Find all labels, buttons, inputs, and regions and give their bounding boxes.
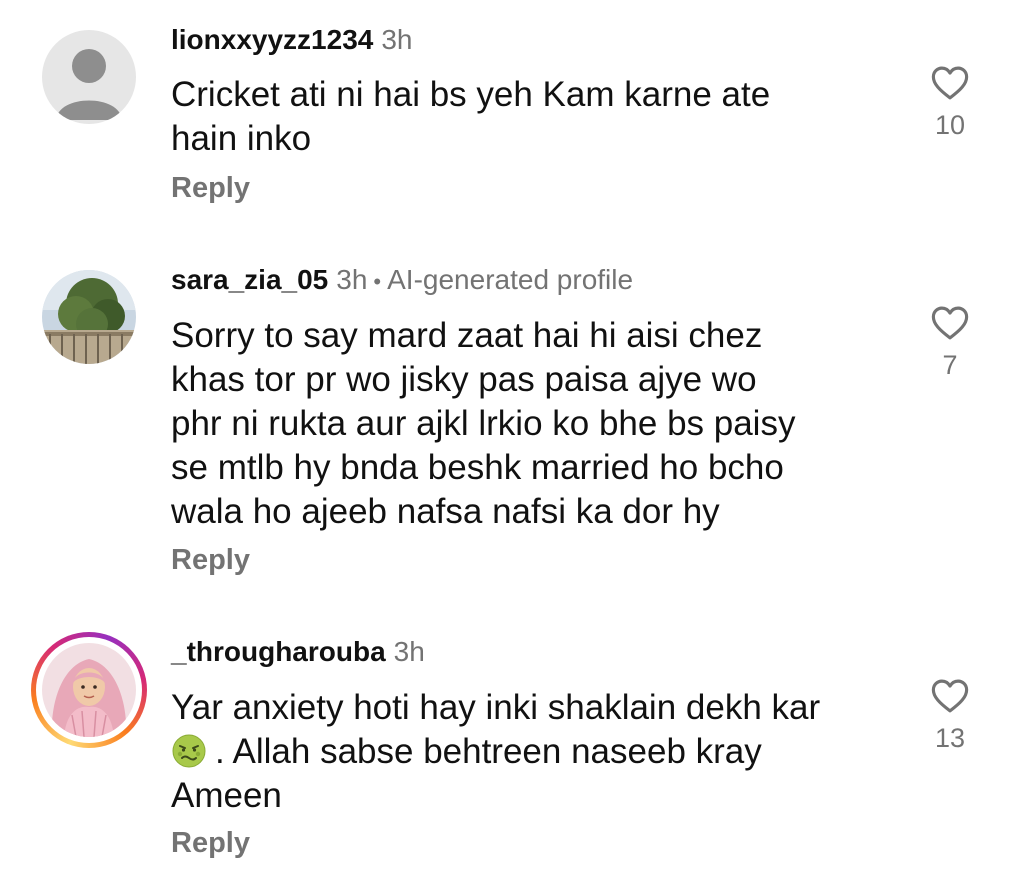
comment-line: Ameen bbox=[171, 776, 282, 815]
username[interactable]: lionxxyyzz1234 bbox=[171, 24, 373, 55]
like-column: 10 bbox=[910, 62, 990, 141]
like-count: 7 bbox=[942, 350, 958, 380]
timestamp: 3h bbox=[336, 264, 368, 295]
like-column: 13 bbox=[910, 675, 990, 754]
comment-line: phr ni rukta aur ajkl lrkio ko bhe bs pa… bbox=[171, 404, 796, 443]
username[interactable]: _througharouba bbox=[171, 636, 386, 667]
nauseated-face-emoji-icon bbox=[172, 734, 206, 768]
comment-line: wala ho ajeeb nafsa nafsi ka dor hy bbox=[171, 492, 720, 531]
story-ring[interactable] bbox=[31, 632, 147, 748]
ai-profile-label: AI-generated profile bbox=[387, 264, 634, 295]
comment-meta: _througharouba 3h bbox=[171, 634, 425, 670]
avatar[interactable] bbox=[42, 270, 136, 364]
separator-dot: • bbox=[373, 269, 382, 294]
comment-line: Yar anxiety hoti hay inki shaklain dekh … bbox=[171, 688, 821, 727]
reply-button[interactable]: Reply bbox=[171, 172, 250, 205]
like-column: 7 bbox=[910, 302, 990, 381]
comment-line: hain inko bbox=[171, 119, 312, 158]
comment-meta: lionxxyyzz1234 3h bbox=[171, 22, 413, 58]
comment-item: _througharouba 3h Yar anxiety hoti hay in… bbox=[0, 620, 1024, 871]
timestamp: 3h bbox=[393, 636, 425, 667]
username[interactable]: sara_zia_05 bbox=[171, 264, 328, 295]
tree-photo-avatar-icon bbox=[42, 270, 136, 364]
comment-line: se mtlb hy bnda beshk married ho bcho bbox=[171, 448, 784, 487]
heart-icon[interactable] bbox=[929, 302, 971, 344]
comment-line: Sorry to say mard zaat hai hi aisi chez bbox=[171, 316, 763, 355]
comment-line-with-emoji: . Allah sabse behtreen naseeb kray bbox=[171, 730, 891, 774]
comment-item: lionxxyyzz1234 3h Cricket ati ni hai bs y… bbox=[0, 0, 1024, 240]
comment-line: Cricket ati ni hai bs yeh Kam karne ate bbox=[171, 75, 771, 114]
heart-icon[interactable] bbox=[929, 62, 971, 104]
default-avatar-icon bbox=[42, 30, 136, 124]
like-count: 13 bbox=[934, 723, 966, 753]
avatar[interactable] bbox=[42, 30, 136, 124]
comment-text: Sorry to say mard zaat hai hi aisi chez … bbox=[171, 314, 891, 534]
avatar bbox=[42, 643, 136, 737]
comment-item: sara_zia_05 3h • AI-generated profile Sorry… bbox=[0, 240, 1024, 620]
pink-scarf-photo-avatar-icon bbox=[42, 643, 136, 737]
comment-line: khas tor pr wo jisky pas paisa ajye wo bbox=[171, 360, 757, 399]
timestamp: 3h bbox=[381, 24, 413, 55]
comment-text: Cricket ati ni hai bs yeh Kam karne ate … bbox=[171, 73, 891, 161]
reply-button[interactable]: Reply bbox=[171, 827, 250, 860]
comment-line: . Allah sabse behtreen naseeb kray bbox=[215, 732, 762, 771]
like-count: 10 bbox=[934, 110, 966, 140]
comments-list: lionxxyyzz1234 3h Cricket ati ni hai bs y… bbox=[0, 0, 1024, 871]
comment-meta: sara_zia_05 3h • AI-generated profile bbox=[171, 262, 633, 300]
comment-text: Yar anxiety hoti hay inki shaklain dekh … bbox=[171, 686, 891, 818]
reply-button[interactable]: Reply bbox=[171, 544, 250, 577]
heart-icon[interactable] bbox=[929, 675, 971, 717]
